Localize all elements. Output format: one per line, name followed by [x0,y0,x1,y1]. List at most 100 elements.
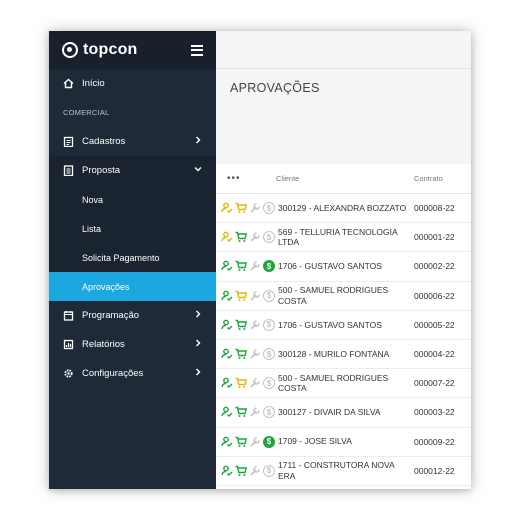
sidebar: topcon Início COMERCIAL Cadastros Propos… [49,31,216,489]
cell-contract: 000007-22 [414,378,455,389]
sidebar-item-label: Cadastros [82,136,126,147]
table-row[interactable]: $1709 - JOSE SILVA 000009-22 [216,428,471,457]
gear-icon [63,368,74,379]
dollar-coin-icon[interactable]: $ [263,464,275,477]
wrench-icon[interactable] [249,319,261,331]
cell-client: 500 - SAMUEL RODRIGUES COSTA [278,372,389,394]
calendar-icon [63,310,74,321]
row-actions: $ [216,464,278,477]
hamburger-menu-icon[interactable] [191,44,203,56]
person-check-icon[interactable] [221,319,233,331]
dollar-coin-icon[interactable]: $ [263,318,275,331]
cart-icon[interactable] [235,290,248,302]
cart-icon[interactable] [235,319,248,331]
cart-icon[interactable] [235,377,248,389]
dollar-coin-icon[interactable]: $ [263,289,275,302]
dollar-coin-icon[interactable]: $ [263,406,275,419]
table-row[interactable]: $500 - SAMUEL RODRIGUES COSTA 000006-22 [216,282,471,311]
cell-contract: 000008-22 [414,203,455,214]
dollar-coin-icon[interactable]: $ [263,435,275,448]
wrench-icon[interactable] [249,406,261,418]
cart-icon[interactable] [235,202,248,214]
cart-icon[interactable] [235,465,248,477]
sidebar-subitem-aprovacoes[interactable]: Aprovações [49,272,216,301]
sidebar-item-label: Proposta [82,165,121,176]
column-header-client: Cliente [276,174,300,183]
cell-contract: 000003-22 [414,407,455,418]
chevron-right-icon [194,136,202,147]
chevron-right-icon [194,310,202,321]
report-icon [63,339,74,350]
sidebar-item-label: Início [82,78,105,89]
sidebar-item-inicio[interactable]: Início [49,69,216,98]
cart-icon[interactable] [235,260,248,272]
sidebar-subitem-nova[interactable]: Nova [49,185,216,214]
logo-icon [62,42,78,58]
wrench-icon[interactable] [249,202,261,214]
cell-contract: 000005-22 [414,319,455,330]
sidebar-item-cadastros[interactable]: Cadastros [49,127,216,156]
cell-client: 1706 - GUSTAVO SANTOS [278,261,382,272]
table-header: ••• Cliente Contrato [216,164,471,194]
cell-client: 500 - SAMUEL RODRIGUES COSTA [278,285,389,306]
sidebar-item-relatorios[interactable]: Relatórios [49,330,216,359]
chevron-right-icon [194,339,202,350]
more-options-icon[interactable]: ••• [216,173,276,184]
dollar-coin-icon[interactable]: $ [263,202,275,215]
person-check-icon[interactable] [221,290,233,302]
wrench-icon[interactable] [249,436,261,448]
column-header-contract: Contrato [414,174,443,183]
cell-client: 569 - TELLURIA TECNOLOGIA LTDA [278,226,398,248]
wrench-icon[interactable] [249,377,261,389]
cell-client: 1711 - CONSTRUTORA NOVA ERA [278,460,395,481]
table-row[interactable]: $300129 - ALEXANDRA BOZZATO 000008-22 [216,194,471,224]
wrench-icon[interactable] [249,260,261,272]
cell-client: 300129 - ALEXANDRA BOZZATO [278,202,407,213]
table-row[interactable]: $500 - SAMUEL RODRIGUES COSTA 000007-22 [216,369,471,399]
table-row[interactable]: $569 - TELLURIA TECNOLOGIA LTDA 000001-22 [216,223,471,253]
table-row[interactable]: $1706 - GUSTAVO SANTOS 000005-22 [216,311,471,340]
approvals-table: ••• Cliente Contrato $300129 - ALEXANDRA… [216,164,471,489]
person-check-icon[interactable] [221,377,233,389]
person-check-icon[interactable] [221,436,233,448]
cart-icon[interactable] [235,406,248,418]
cell-contract: 000002-22 [414,261,455,272]
person-check-icon[interactable] [221,202,233,214]
chevron-down-icon [194,165,202,176]
table-row[interactable]: $300127 - DIVAIR DA SILVA 000003-22 [216,398,471,428]
person-check-icon[interactable] [221,406,233,418]
dollar-coin-icon[interactable]: $ [263,260,275,273]
table-row[interactable]: $1706 - GUSTAVO SANTOS 000002-22 [216,252,471,282]
person-check-icon[interactable] [221,231,233,243]
sidebar-item-label: Programação [82,310,140,321]
page-title: APROVAÇÕES [230,81,320,95]
sidebar-subitem-lista[interactable]: Lista [49,214,216,243]
clipboard-icon [63,136,74,147]
cart-icon[interactable] [235,231,248,243]
person-check-icon[interactable] [221,260,233,272]
cell-client: 300127 - DIVAIR DA SILVA [278,407,381,418]
cell-client: 300128 - MURILO FONTANA [278,348,390,359]
person-check-icon[interactable] [221,348,233,360]
sidebar-item-programacao[interactable]: Programação [49,301,216,330]
logo-text: topcon [83,41,138,58]
sidebar-subitem-solicita-pagamento[interactable]: Solicita Pagamento [49,243,216,272]
cell-contract: 000012-22 [414,465,455,476]
row-actions: $ [216,406,278,419]
wrench-icon[interactable] [249,290,261,302]
cart-icon[interactable] [235,436,248,448]
sidebar-item-proposta[interactable]: Proposta [49,156,216,185]
wrench-icon[interactable] [249,231,261,243]
person-check-icon[interactable] [221,465,233,477]
wrench-icon[interactable] [249,348,261,360]
sidebar-item-label: Configurações [82,368,144,379]
table-row[interactable]: $300128 - MURILO FONTANA 000004-22 [216,340,471,370]
sidebar-item-configuracoes[interactable]: Configurações [49,359,216,388]
logo: topcon [62,41,138,59]
table-row[interactable]: $1711 - CONSTRUTORA NOVA ERA 000012-22 [216,457,471,486]
dollar-coin-icon[interactable]: $ [263,231,275,244]
cart-icon[interactable] [235,348,248,360]
dollar-coin-icon[interactable]: $ [263,377,275,390]
wrench-icon[interactable] [249,465,261,477]
dollar-coin-icon[interactable]: $ [263,348,275,361]
